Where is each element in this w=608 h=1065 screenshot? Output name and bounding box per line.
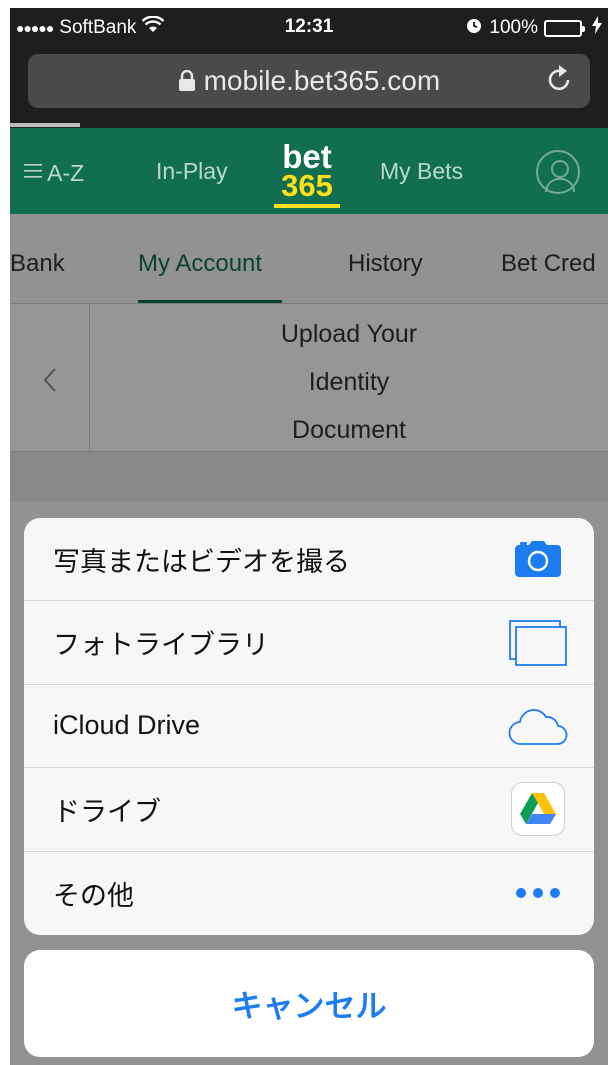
more-icon — [506, 865, 570, 921]
site-header: A-Z In-Play bet 365 My Bets — [10, 128, 608, 214]
status-bar: ●●●●● SoftBank 12:31 100% — [10, 8, 608, 48]
nav-az-label: A-Z — [47, 160, 85, 186]
user-icon[interactable] — [536, 150, 580, 194]
status-right: 100% — [465, 16, 602, 40]
phone-screen: ●●●●● SoftBank 12:31 100% mobile.bet365.… — [10, 8, 608, 1065]
action-photo-library[interactable]: フォトライブラリ — [24, 601, 594, 685]
battery-icon — [544, 19, 585, 37]
action-sheet: 写真またはビデオを撮る フォトライブラリ iCloud Drive ドライブ そ… — [24, 518, 594, 935]
action-icloud-drive[interactable]: iCloud Drive — [24, 685, 594, 769]
address-bar[interactable]: mobile.bet365.com — [28, 54, 590, 108]
icloud-icon — [506, 698, 570, 754]
lock-icon — [178, 65, 204, 96]
logo-underline — [274, 204, 340, 208]
url-display: mobile.bet365.com — [28, 65, 590, 97]
action-label: 写真またはビデオを撮る — [53, 546, 350, 577]
nav-in-play[interactable]: In-Play — [156, 158, 228, 185]
nav-az[interactable]: A-Z — [24, 158, 84, 187]
photo-library-icon — [506, 615, 570, 671]
action-label: その他 — [53, 880, 134, 911]
bet365-logo[interactable]: bet 365 — [274, 140, 340, 208]
camera-icon — [506, 531, 570, 587]
logo-bottom: 365 — [281, 168, 333, 203]
action-take-photo[interactable]: 写真またはビデオを撮る — [24, 518, 594, 602]
bolt-icon — [592, 16, 602, 40]
menu-icon — [24, 158, 42, 185]
page-load-progress — [10, 123, 80, 127]
reload-icon[interactable] — [546, 64, 574, 101]
battery-percent: 100% — [489, 17, 538, 38]
cancel-button[interactable]: キャンセル — [24, 950, 594, 1057]
action-label: フォトライブラリ — [53, 630, 269, 661]
action-label: iCloud Drive — [53, 710, 201, 741]
action-more[interactable]: その他 — [24, 852, 594, 935]
alarm-icon — [465, 16, 483, 40]
google-drive-icon — [506, 781, 570, 837]
nav-my-bets[interactable]: My Bets — [380, 158, 463, 185]
url-text: mobile.bet365.com — [203, 65, 441, 96]
action-label: ドライブ — [53, 796, 161, 827]
action-google-drive[interactable]: ドライブ — [24, 768, 594, 852]
